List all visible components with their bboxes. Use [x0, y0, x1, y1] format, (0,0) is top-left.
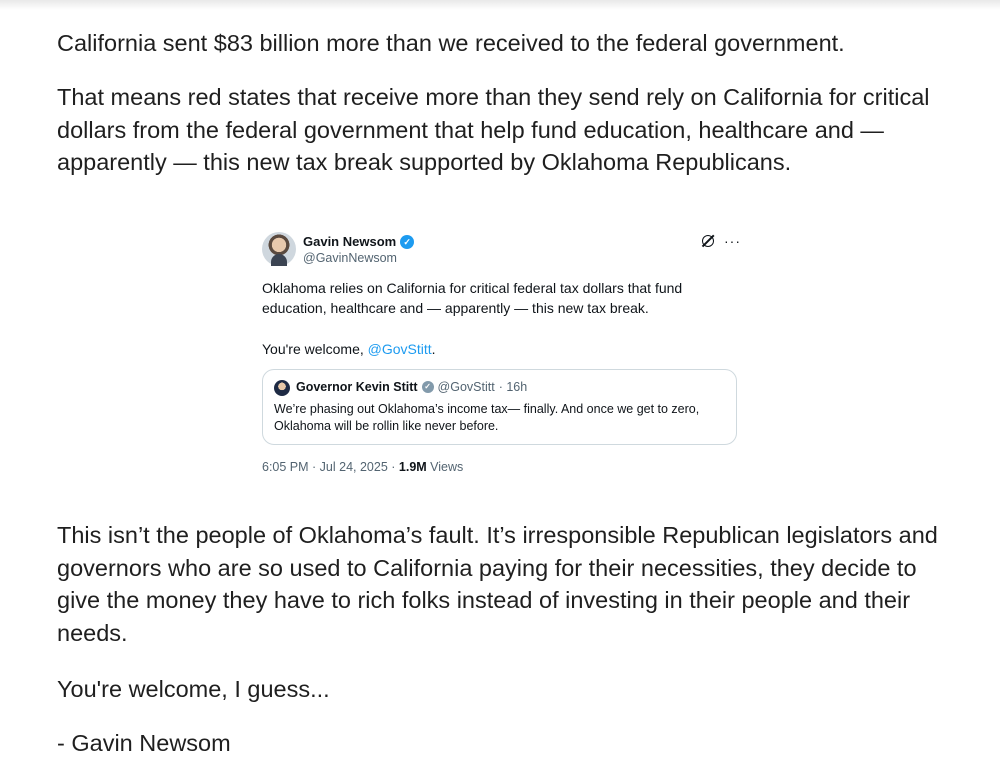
- welcome-suffix: .: [431, 341, 436, 357]
- quoted-tweet[interactable]: Governor Kevin Stitt ✓ @GovStitt · 16h W…: [262, 369, 737, 445]
- quoted-author-handle: @GovStitt: [437, 380, 495, 394]
- tweet-author-row: Gavin Newsom ✓: [303, 234, 415, 249]
- top-edge-shadow: [0, 0, 1000, 10]
- post-paragraph-4: You're welcome, I guess...: [57, 676, 330, 702]
- views-count: 1.9M: [398, 460, 427, 474]
- tweet-timestamp[interactable]: 6:05 PM · Jul 24, 2025 ·: [262, 460, 399, 474]
- quoted-author-row: Governor Kevin Stitt ✓ @GovStitt · 16h: [296, 380, 527, 394]
- quoted-author-name: Governor Kevin Stitt: [296, 380, 418, 394]
- post-signature: - Gavin Newsom: [57, 730, 231, 756]
- views-label: Views: [426, 460, 464, 474]
- tweet-body: Oklahoma relies on California for critic…: [262, 280, 683, 316]
- tweet-meta: 6:05 PM · Jul 24, 2025 · 1.9M Views: [262, 460, 463, 474]
- quoted-age: · 16h: [498, 380, 528, 394]
- post-paragraph-1: California sent $83 billion more than we…: [57, 30, 845, 56]
- welcome-prefix: You're welcome,: [262, 341, 368, 357]
- avatar[interactable]: [262, 232, 296, 266]
- post-paragraph-3: This isn’t the people of Oklahoma’s faul…: [57, 522, 938, 646]
- tweet-author-handle[interactable]: @GavinNewsom: [303, 251, 397, 265]
- verified-badge-icon: ✓: [400, 234, 415, 249]
- quoted-avatar[interactable]: [274, 380, 290, 396]
- post-paragraph-2: That means red states that receive more …: [57, 84, 930, 175]
- tweet-author-name[interactable]: Gavin Newsom: [303, 234, 396, 249]
- grok-icon[interactable]: [702, 235, 714, 247]
- mention-link[interactable]: @GovStitt: [368, 341, 432, 357]
- tweet-actions: ···: [702, 233, 741, 249]
- tweet-welcome-line: You're welcome, @GovStitt.: [262, 339, 436, 359]
- gray-verified-badge-icon: ✓: [421, 381, 434, 393]
- more-icon[interactable]: ···: [724, 233, 741, 249]
- quoted-text: We’re phasing out Oklahoma’s income tax—…: [274, 402, 700, 433]
